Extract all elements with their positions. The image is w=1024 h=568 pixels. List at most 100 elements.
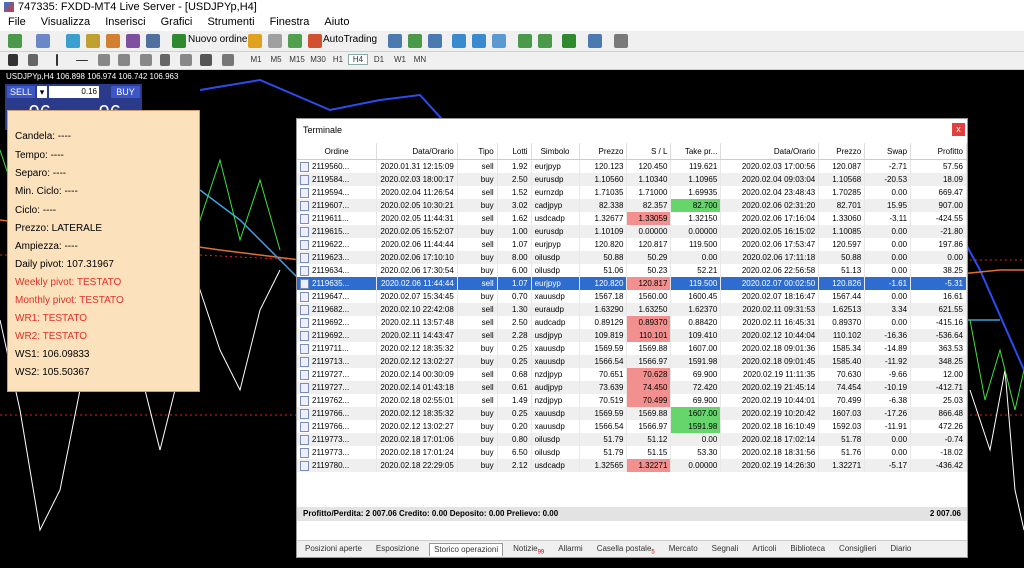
tab-allarmi[interactable]: Allarmi — [554, 543, 586, 555]
table-row[interactable]: 2119584... 2020.02.03 18:00:17 buy 2.50 euru… — [297, 173, 967, 186]
tf-h1[interactable]: H1 — [328, 54, 348, 65]
vertical-line-icon[interactable] — [56, 54, 58, 66]
table-row[interactable]: 2119560... 2020.01.31 12:15:09 sell 1.92 eur… — [297, 159, 967, 173]
arrows-icon[interactable] — [222, 54, 234, 66]
crosshair-icon[interactable] — [28, 54, 38, 66]
tab-articoli[interactable]: Articoli — [748, 543, 780, 555]
column-header[interactable]: Data/Orario — [720, 143, 820, 160]
tf-w1[interactable]: W1 — [390, 54, 410, 65]
line-chart-icon[interactable] — [428, 34, 442, 48]
channel-icon[interactable] — [118, 54, 130, 66]
tf-m1[interactable]: M1 — [246, 54, 266, 65]
templates-icon[interactable] — [614, 34, 628, 48]
signals-icon[interactable] — [268, 34, 282, 48]
table-row[interactable]: 2119615... 2020.02.05 15:52:07 buy 1.00 euru… — [297, 225, 967, 238]
table-row[interactable]: 2119727... 2020.02.14 01:43:18 sell 0.61 aud… — [297, 381, 967, 394]
lot-down-arrow[interactable]: ▾ — [37, 86, 47, 98]
expert-icon[interactable] — [248, 34, 262, 48]
autotrading-icon[interactable] — [308, 34, 322, 48]
autoscroll-icon[interactable] — [518, 34, 532, 48]
column-header[interactable]: Swap — [864, 143, 912, 160]
table-row[interactable]: 2119711... 2020.02.12 18:35:32 buy 0.25 xauu… — [297, 342, 967, 355]
tab-posizioni-aperte[interactable]: Posizioni aperte — [301, 543, 366, 555]
table-row[interactable]: 2119780... 2020.02.18 22:29:05 buy 2.12 usdc… — [297, 459, 967, 472]
column-header[interactable]: Ordine — [297, 143, 378, 160]
vps-icon[interactable] — [288, 34, 302, 48]
table-row[interactable]: 2119713... 2020.02.12 13:02:27 buy 0.25 xauu… — [297, 355, 967, 368]
tf-m5[interactable]: M5 — [266, 54, 286, 65]
table-row[interactable]: 2119594... 2020.02.04 11:26:54 sell 1.52 eur… — [297, 186, 967, 199]
table-row[interactable]: 2119727... 2020.02.14 00:30:09 sell 0.68 nzd… — [297, 368, 967, 381]
tester-icon[interactable] — [126, 34, 140, 48]
sell-button[interactable]: SELL — [7, 86, 35, 98]
tab-esposizione[interactable]: Esposizione — [372, 543, 423, 555]
column-header[interactable]: Simbolo — [531, 143, 580, 160]
column-header[interactable]: Take pr... — [670, 143, 722, 160]
cursor-icon[interactable] — [8, 54, 18, 66]
terminal-icon[interactable] — [106, 34, 120, 48]
table-row[interactable]: 2119766... 2020.02.12 13:02:27 buy 0.20 xauu… — [297, 420, 967, 433]
tab-segnali[interactable]: Segnali — [708, 543, 743, 555]
periods-icon[interactable] — [588, 34, 602, 48]
table-row[interactable]: 2119773... 2020.02.18 17:01:24 buy 6.50 oilu… — [297, 446, 967, 459]
editor-icon[interactable] — [146, 34, 160, 48]
close-icon[interactable]: x — [952, 123, 965, 136]
tf-mn[interactable]: MN — [410, 54, 430, 65]
table-row[interactable]: 2119773... 2020.02.18 17:01:06 buy 0.80 oilu… — [297, 433, 967, 446]
column-header[interactable]: Lotti — [497, 143, 532, 160]
column-header[interactable]: S / L — [626, 143, 672, 160]
menu-grafici[interactable]: Grafici — [161, 16, 193, 28]
tab-casella-postale[interactable]: Casella postale5 — [593, 543, 659, 556]
tile-icon[interactable] — [492, 34, 506, 48]
table-row[interactable]: 2119611... 2020.02.05 11:44:31 sell 1.62 usd… — [297, 212, 967, 225]
table-row[interactable]: 2119634... 2020.02.06 17:30:54 buy 6.00 oilu… — [297, 264, 967, 277]
tab-consiglieri[interactable]: Consiglieri — [835, 543, 880, 555]
table-row[interactable]: 2119692... 2020.02.11 13:57:48 sell 2.50 aud… — [297, 316, 967, 329]
buy-button[interactable]: BUY — [111, 86, 140, 98]
new-chart-icon[interactable] — [8, 34, 22, 48]
column-header[interactable]: Prezzo — [579, 143, 628, 160]
shapes-icon[interactable] — [200, 54, 212, 66]
horizontal-line-icon[interactable] — [76, 60, 88, 61]
profiles-icon[interactable] — [36, 34, 50, 48]
menu-visualizza[interactable]: Visualizza — [41, 16, 90, 28]
tab-diario[interactable]: Diario — [886, 543, 915, 555]
chart-shift-icon[interactable] — [538, 34, 552, 48]
table-row[interactable]: 2119635... 2020.02.06 11:44:44 sell 1.07 eur… — [297, 277, 967, 290]
column-header[interactable]: Tipo — [457, 143, 498, 160]
fibo-icon[interactable] — [140, 54, 152, 66]
menu-aiuto[interactable]: Aiuto — [324, 16, 349, 28]
column-header[interactable]: Data/Orario — [376, 143, 458, 160]
table-row[interactable]: 2119692... 2020.02.11 14:43:47 sell 2.28 usd… — [297, 329, 967, 342]
column-header[interactable]: Profitto — [910, 143, 967, 160]
table-row[interactable]: 2119647... 2020.02.07 15:34:45 buy 0.70 xauu… — [297, 290, 967, 303]
tf-d1[interactable]: D1 — [369, 54, 389, 65]
zoom-out-icon[interactable] — [472, 34, 486, 48]
tab-biblioteca[interactable]: Biblioteca — [786, 543, 829, 555]
indicators-icon[interactable] — [562, 34, 576, 48]
menu-strumenti[interactable]: Strumenti — [207, 16, 254, 28]
navigator-icon[interactable] — [86, 34, 100, 48]
table-row[interactable]: 2119762... 2020.02.18 02:55:01 sell 1.49 nzd… — [297, 394, 967, 407]
trendline-icon[interactable] — [98, 54, 110, 66]
text-icon[interactable] — [160, 54, 170, 66]
table-row[interactable]: 2119623... 2020.02.06 17:10:10 buy 8.00 oilu… — [297, 251, 967, 264]
menu-inserisci[interactable]: Inserisci — [105, 16, 145, 28]
tab-storico-operazioni[interactable]: Storico operazioni — [429, 543, 504, 556]
new-order-icon[interactable] — [172, 34, 186, 48]
candle-chart-icon[interactable] — [408, 34, 422, 48]
market-watch-icon[interactable] — [66, 34, 80, 48]
new-order-button[interactable]: Nuovo ordine — [188, 34, 247, 45]
label-icon[interactable] — [180, 54, 192, 66]
table-row[interactable]: 2119682... 2020.02.10 22:42:08 sell 1.30 eur… — [297, 303, 967, 316]
tf-m30[interactable]: M30 — [308, 54, 328, 65]
menu-file[interactable]: File — [8, 16, 26, 28]
column-header[interactable]: Prezzo — [818, 143, 866, 160]
tf-h4[interactable]: H4 — [348, 54, 368, 65]
zoom-in-icon[interactable] — [452, 34, 466, 48]
table-row[interactable]: 2119766... 2020.02.12 18:35:32 buy 0.25 xauu… — [297, 407, 967, 420]
tab-notizie[interactable]: Notizie99 — [509, 543, 548, 556]
menu-finestra[interactable]: Finestra — [270, 16, 310, 28]
autotrading-button[interactable]: AutoTrading — [323, 34, 377, 45]
tf-m15[interactable]: M15 — [287, 54, 307, 65]
